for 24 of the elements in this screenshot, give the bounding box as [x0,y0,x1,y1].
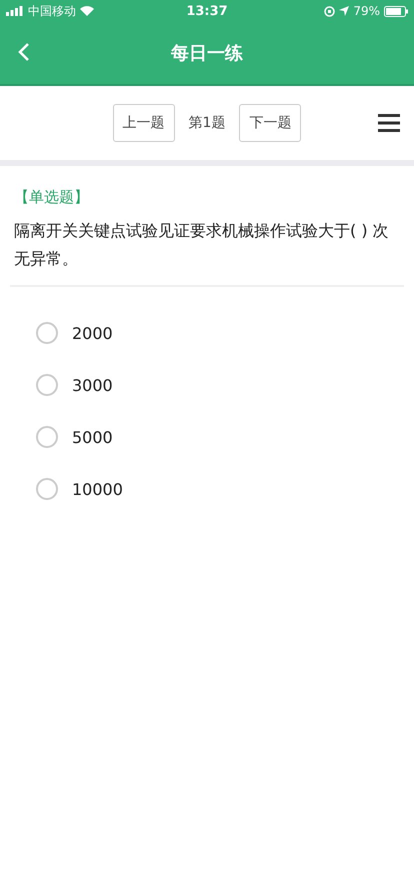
wifi-icon [80,6,94,16]
battery-icon [384,6,408,16]
menu-icon[interactable] [378,113,400,133]
next-button[interactable]: 下一题 [239,104,302,142]
option-label[interactable]: 2000 [72,324,113,342]
lock-rotation-icon [324,6,336,16]
location-icon [339,6,350,16]
signal-icon [6,6,24,16]
option-label[interactable]: 10000 [72,480,123,498]
radio-button[interactable] [36,426,58,448]
previous-button[interactable]: 上一题 [112,104,175,142]
question-text: 隔离开关关键点试验见证要求机械操作试验大于( ) 次无异常。 [14,220,390,270]
option-label[interactable]: 3000 [72,376,113,394]
radio-button[interactable] [36,322,58,344]
back-icon[interactable] [18,42,30,62]
question-number: 第1题 [188,114,226,132]
option-label[interactable]: 5000 [72,428,113,446]
radio-button[interactable] [36,478,58,500]
question-type: 【单选题】 [14,188,90,207]
radio-button[interactable] [36,374,58,396]
page-title: 每日一练 [171,42,243,65]
clock-time: 13:37 [186,4,228,18]
battery-percent: 79% [353,4,380,18]
carrier-name: 中国移动 [28,2,76,20]
